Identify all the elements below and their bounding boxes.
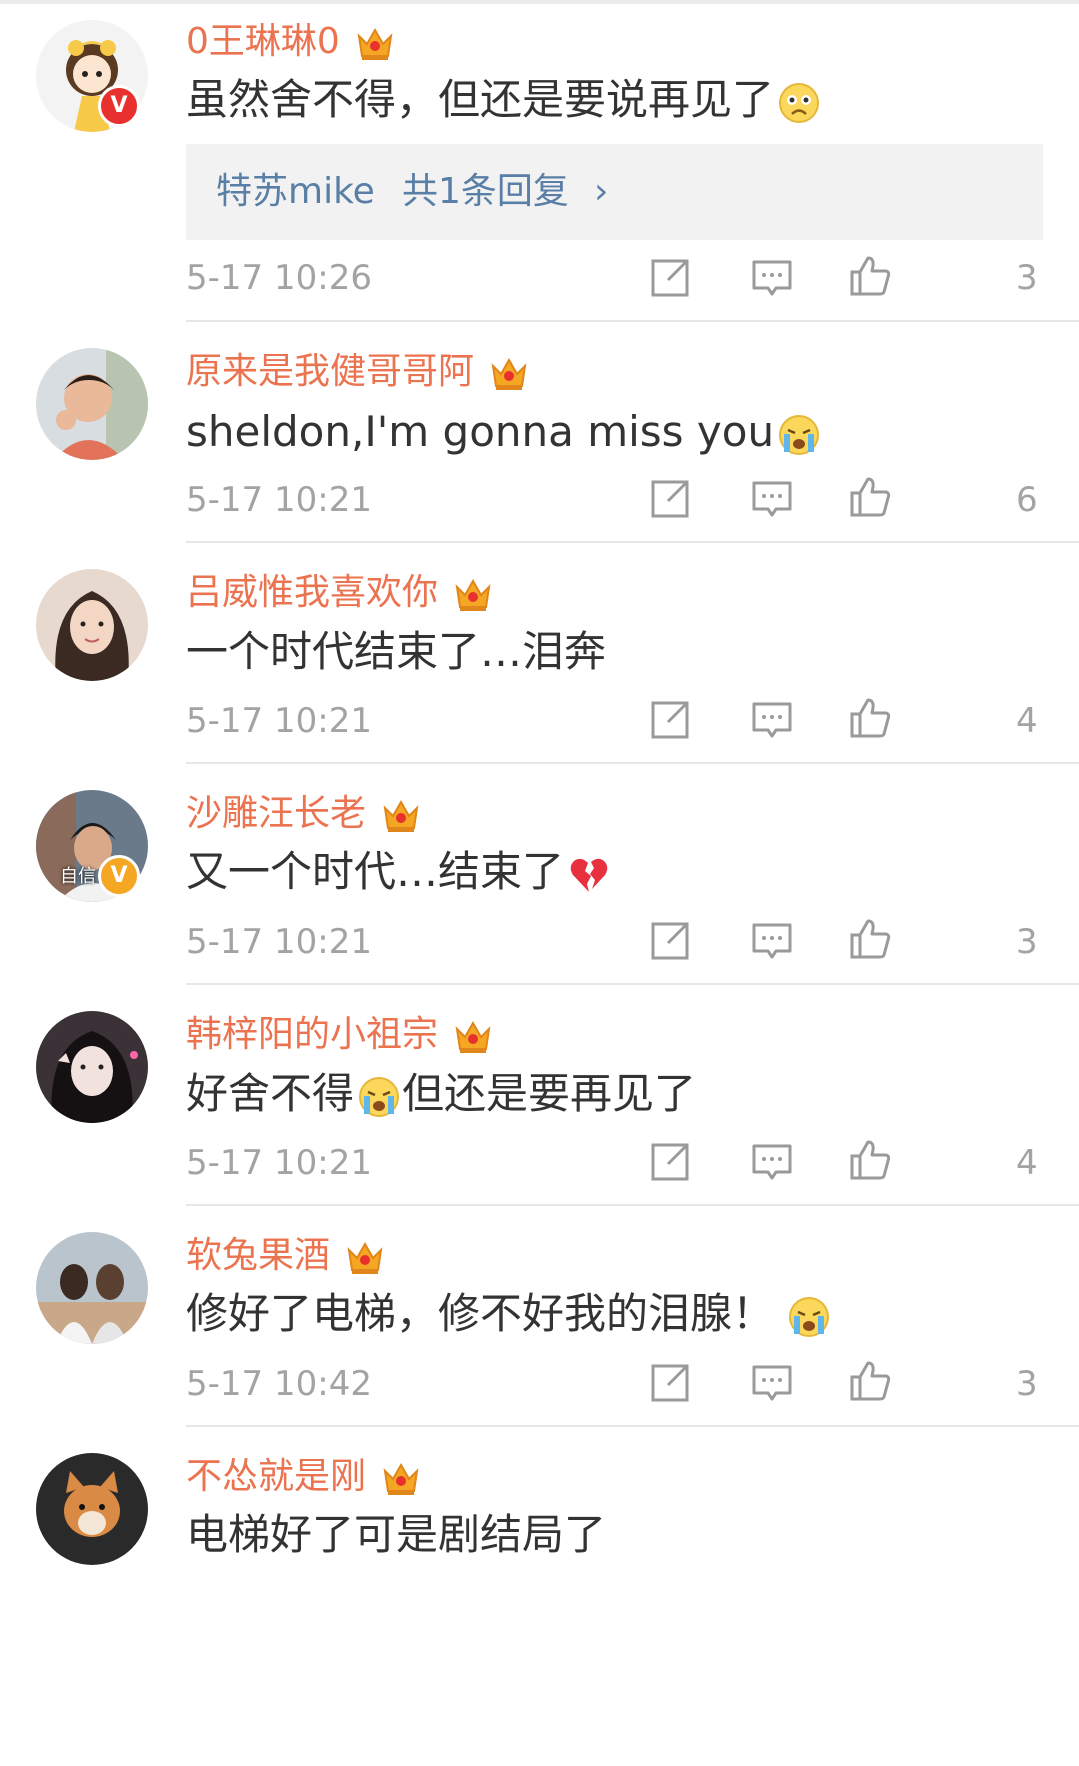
crown-badge-icon <box>380 1457 422 1499</box>
thumbs-up-icon[interactable] <box>848 1138 892 1182</box>
crown-badge-icon <box>452 1015 494 1057</box>
like-count: 4 <box>1016 701 1038 741</box>
repost-icon[interactable] <box>648 919 692 963</box>
reply-icon[interactable] <box>750 919 794 963</box>
crown-badge-icon <box>344 1236 386 1278</box>
username[interactable]: 不怂就是刚 <box>186 1455 422 1499</box>
repost-icon[interactable] <box>648 698 692 742</box>
comment-text: 好舍不得 但还是要再见了 <box>186 1068 696 1120</box>
username[interactable]: 0王琳琳0 <box>186 20 396 64</box>
username-label: 不怂就是刚 <box>186 1456 367 1497</box>
divider <box>186 983 1079 985</box>
username-label: 吕威惟我喜欢你 <box>186 572 439 613</box>
username-label: 软兔果酒 <box>186 1235 331 1276</box>
comment-text-content: 一个时代结束了…泪奔 <box>186 627 607 676</box>
crown-badge-icon <box>452 573 494 615</box>
username-label: 韩梓阳的小祖宗 <box>186 1014 439 1055</box>
divider <box>186 762 1079 764</box>
comment-text: 又一个时代…结束了 <box>186 846 610 898</box>
comment-text-content: 电梯好了可是剧结局了 <box>186 1510 607 1559</box>
thumbs-up-icon[interactable] <box>848 254 892 298</box>
broken-heart-icon <box>568 854 610 896</box>
crying-face-icon <box>358 1076 400 1118</box>
username[interactable]: 软兔果酒 <box>186 1234 386 1278</box>
like-count: 3 <box>1016 1364 1038 1404</box>
repost-icon[interactable] <box>648 256 692 300</box>
crown-badge-icon <box>354 22 396 64</box>
username-label: 沙雕汪长老 <box>186 793 367 834</box>
timestamp: 5-17 10:21 <box>186 480 372 520</box>
avatar-caption: 自信 <box>60 866 96 887</box>
comment-text: 一个时代结束了…泪奔 <box>186 626 606 678</box>
avatar[interactable] <box>36 348 148 460</box>
comment-text-content: 修好了电梯，修不好我的泪腺！ <box>186 1289 775 1338</box>
avatar[interactable] <box>36 569 148 681</box>
comment-text: sheldon,I'm gonna miss you <box>186 406 820 458</box>
comment-text-content: 虽然舍不得，但还是要说再见了 <box>186 75 775 124</box>
crown-badge-icon <box>380 794 422 836</box>
username-label: 0王琳琳0 <box>186 21 340 62</box>
reply-count-link[interactable]: 共1条回复 <box>402 170 569 214</box>
comment-text-content: 又一个时代…结束了 <box>186 847 565 896</box>
comment-text: 虽然舍不得，但还是要说再见了 <box>186 74 820 126</box>
verified-badge-icon: V <box>98 855 140 897</box>
reply-icon[interactable] <box>750 1140 794 1184</box>
thumbs-up-icon[interactable] <box>848 696 892 740</box>
chevron-right-icon: › <box>594 171 609 212</box>
timestamp: 5-17 10:21 <box>186 922 372 962</box>
reply-preview[interactable]: 特苏mike 共1条回复 › <box>186 144 1043 240</box>
comment-text-content: sheldon,I'm gonna miss you <box>186 407 775 456</box>
top-divider <box>0 0 1079 4</box>
repost-icon[interactable] <box>648 477 692 521</box>
thumbs-up-icon[interactable] <box>848 475 892 519</box>
avatar[interactable] <box>36 1011 148 1123</box>
avatar[interactable] <box>36 1232 148 1344</box>
divider <box>186 1425 1079 1427</box>
comment-text: 电梯好了可是剧结局了 <box>186 1509 606 1561</box>
timestamp: 5-17 10:21 <box>186 1143 372 1183</box>
repost-icon[interactable] <box>648 1140 692 1184</box>
username[interactable]: 原来是我健哥哥阿 <box>186 350 530 394</box>
verified-badge-icon: V <box>98 85 140 127</box>
reply-icon[interactable] <box>750 698 794 742</box>
crying-face-icon <box>788 1296 830 1338</box>
like-count: 4 <box>1016 1143 1038 1183</box>
timestamp: 5-17 10:21 <box>186 701 372 741</box>
crying-face-icon <box>778 414 820 456</box>
timestamp: 5-17 10:42 <box>186 1364 372 1404</box>
comment-text: 修好了电梯，修不好我的泪腺！ <box>186 1288 830 1340</box>
username[interactable]: 吕威惟我喜欢你 <box>186 571 494 615</box>
sad-face-icon <box>778 82 820 124</box>
comment-text-content: 但还是要再见了 <box>402 1069 697 1118</box>
timestamp: 5-17 10:26 <box>186 258 372 298</box>
reply-icon[interactable] <box>750 477 794 521</box>
reply-icon[interactable] <box>750 1361 794 1405</box>
reply-icon[interactable] <box>750 256 794 300</box>
comment-text-content: 好舍不得 <box>186 1069 355 1118</box>
like-count: 3 <box>1016 258 1038 298</box>
avatar[interactable] <box>36 1453 148 1565</box>
username[interactable]: 韩梓阳的小祖宗 <box>186 1013 494 1057</box>
username-label: 原来是我健哥哥阿 <box>186 351 475 392</box>
reply-username[interactable]: 特苏mike <box>216 170 375 214</box>
comment-list: V 0王琳琳0 虽然舍不得，但还是要说再见了 特苏mike 共1条回复 › 5-… <box>0 0 1079 1766</box>
username[interactable]: 沙雕汪长老 <box>186 792 422 836</box>
divider <box>186 320 1079 322</box>
thumbs-up-icon[interactable] <box>848 917 892 961</box>
repost-icon[interactable] <box>648 1361 692 1405</box>
like-count: 3 <box>1016 922 1038 962</box>
divider <box>186 541 1079 543</box>
like-count: 6 <box>1016 480 1038 520</box>
crown-badge-icon <box>488 352 530 394</box>
divider <box>186 1204 1079 1206</box>
thumbs-up-icon[interactable] <box>848 1359 892 1403</box>
